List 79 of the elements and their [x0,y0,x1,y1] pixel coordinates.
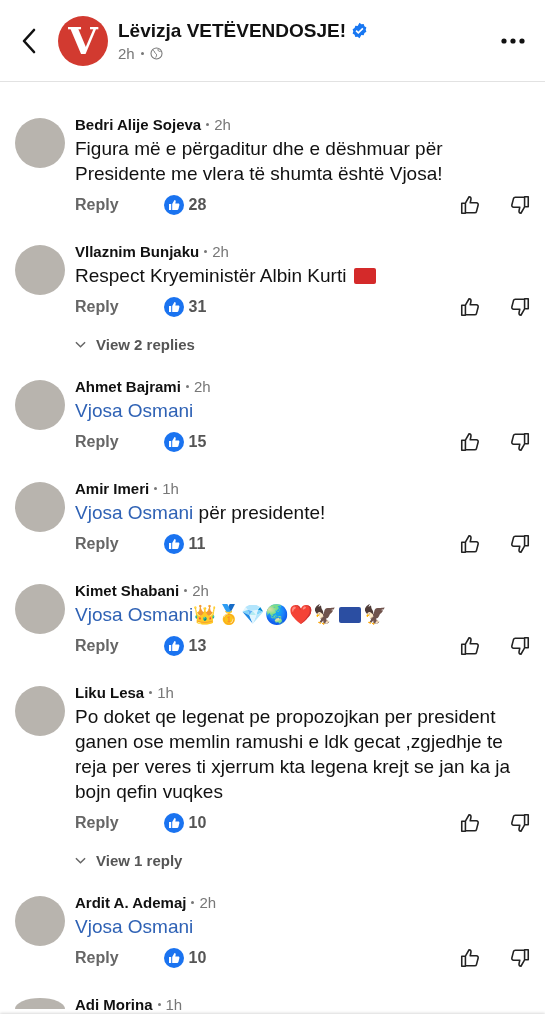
like-count: 28 [188,196,207,214]
comment-time: 2h [212,243,229,260]
globe-icon [149,46,163,60]
comment-author[interactable]: Kimet Shabani [75,582,180,599]
comment-author[interactable]: Vllaznim Bunjaku [75,243,200,260]
like-count: 10 [188,814,207,832]
comment-time: 2h [192,582,209,599]
thumbs-down-icon[interactable] [509,635,531,657]
separator-dot [140,51,144,55]
thumbs-down-icon[interactable] [509,296,531,318]
comment-time: 2h [214,116,231,133]
separator-dot [154,487,158,490]
thumbs-up-icon[interactable] [459,635,481,657]
reply-button[interactable]: Reply [75,637,119,655]
separator-dot [149,691,153,694]
comment-author[interactable]: Bedri Alije Sojeva [75,116,202,133]
comment-text: Figura më e përgaditur dhe e dëshmuar për Presidente me vlera të shumta është Vjosa! [75,137,444,186]
like-count: 13 [188,637,207,655]
comment-time: 2h [193,378,211,395]
view-replies-button[interactable]: View 1 reply [75,852,183,869]
thumbs-down-icon[interactable] [509,533,531,555]
like-icon [163,195,184,215]
post-time: 2h [118,44,135,62]
chevron-down-icon [75,856,86,865]
more-options-icon[interactable] [501,37,525,44]
separator-dot [185,385,189,388]
page-name[interactable]: Lëvizja VETËVENDOSJE! [118,19,347,42]
comment-author[interactable]: Ardit A. Ademaj [75,894,187,911]
thumbs-up-icon[interactable] [459,296,481,318]
comment-time: 1h [157,684,174,701]
mention-link[interactable]: Vjosa Osmani [75,916,194,937]
reply-button[interactable]: Reply [75,814,119,832]
chevron-down-icon [75,340,86,349]
like-icon [163,297,184,317]
like-icon [163,636,184,656]
reply-button[interactable]: Reply [75,949,119,967]
like-icon [163,813,184,833]
comment-text: Respect Kryeministër Albin Kurti [75,263,531,288]
thumbs-up-icon[interactable] [459,533,481,555]
thumbs-down-icon[interactable] [509,431,531,453]
thumbs-up-icon[interactable] [459,431,481,453]
separator-dot [206,123,210,126]
thumbs-down-icon[interactable] [509,947,531,969]
separator-dot [191,901,195,904]
page-logo[interactable]: V [58,15,108,66]
thumbs-down-icon[interactable] [509,194,531,216]
comment-author[interactable]: Amir Imeri [75,480,150,497]
view-replies-button[interactable]: View 2 replies [75,336,195,353]
reply-button[interactable]: Reply [75,433,119,451]
like-count: 15 [188,433,207,451]
like-count: 11 [188,535,206,553]
comment-time: 1h [165,996,183,1013]
comment-time: 1h [162,480,179,497]
like-icon [163,432,184,452]
comment-author[interactable]: Liku Lesa [75,684,145,701]
comment-text: Vjosa Osmani për presidente! [75,501,327,525]
separator-dot [184,589,188,592]
like-icon [163,948,184,968]
comment-author[interactable]: Ahmet Bajrami [75,378,181,395]
reply-button[interactable]: Reply [75,196,119,214]
reply-button[interactable]: Reply [75,535,119,553]
thumbs-up-icon[interactable] [459,194,481,216]
like-count: 10 [188,949,207,967]
like-count: 31 [188,298,207,316]
like-icon [163,534,184,554]
reply-button[interactable]: Reply [75,298,119,316]
thumbs-up-icon[interactable] [459,812,481,834]
mention-link[interactable]: Vjosa Osmani [75,604,194,625]
mention-link[interactable]: Vjosa Osmani [75,502,194,523]
thumbs-down-icon[interactable] [509,812,531,834]
mention-link[interactable]: Vjosa Osmani [75,400,194,421]
comment-author[interactable]: Adi Morina [75,996,153,1013]
separator-dot [157,1003,161,1006]
comment-text: Po doket qe legenat pe propozojkan per president ganen ose memlin ramushi e ldk gecat ,zgjedhje te reja per veres ti xjerrum kta legena krejt se jan ka ja bojn qefin vuqkes [75,705,512,804]
back-icon[interactable] [22,27,36,54]
thumbs-up-icon[interactable] [459,947,481,969]
comment-text: Vjosa Osmani👑🥇💎🌏❤🦅 🦅 [75,603,389,627]
comment-time: 2h [199,894,217,911]
separator-dot [204,250,208,253]
